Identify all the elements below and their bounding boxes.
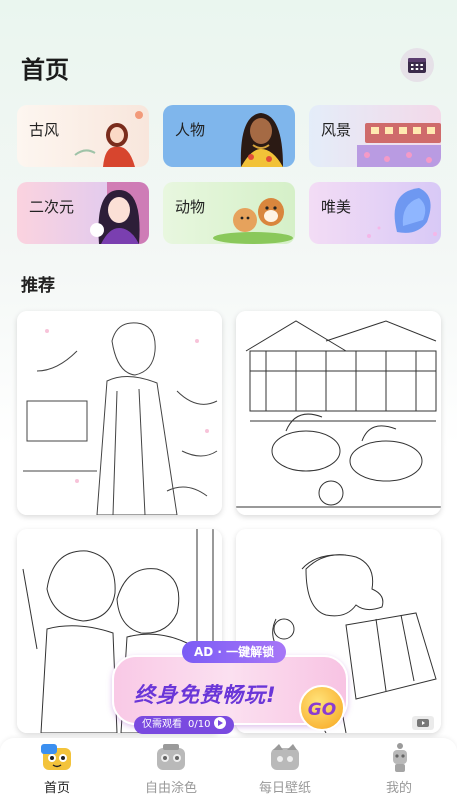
tab-daily-wallpaper[interactable]: 每日壁纸 bbox=[228, 738, 342, 812]
line-art-hanfu-girl bbox=[17, 311, 222, 515]
ancient-girl-illustration bbox=[74, 111, 143, 167]
promo-watch-count: 0/10 bbox=[188, 719, 211, 730]
page-title: 首页 bbox=[21, 56, 69, 84]
category-label: 人物 bbox=[175, 121, 206, 139]
promo-headline: 终身免费畅玩! bbox=[134, 683, 277, 707]
recommend-section-title: 推荐 bbox=[21, 276, 55, 296]
category-label: 风景 bbox=[321, 121, 352, 139]
play-icon bbox=[214, 717, 227, 729]
category-erciyuan[interactable]: 二次元 bbox=[17, 182, 149, 244]
promo-ad-tag: AD · 一键解锁 bbox=[182, 641, 287, 663]
coloring-card-dogs-house[interactable] bbox=[236, 311, 441, 515]
cat-dog-illustration bbox=[213, 198, 293, 244]
tab-mine[interactable]: 我的 bbox=[342, 738, 456, 812]
category-fengjing[interactable]: 风景 bbox=[309, 105, 441, 167]
calendar-button[interactable] bbox=[400, 48, 434, 82]
profile-robot-icon bbox=[393, 743, 407, 772]
line-art-dogs-house bbox=[236, 311, 441, 515]
unlock-promo-banner[interactable]: 终身免费畅玩! 仅需观看 0/10 GO AD · 一键解锁 bbox=[112, 641, 348, 734]
category-weimei[interactable]: 唯美 bbox=[309, 182, 441, 244]
daily-wallpaper-icon bbox=[271, 744, 299, 770]
category-label: 动物 bbox=[175, 198, 206, 216]
woman-portrait-illustration bbox=[240, 113, 283, 167]
tab-home[interactable]: 首页 bbox=[0, 738, 114, 812]
promo-watch-pill[interactable]: 仅需观看 0/10 bbox=[134, 716, 235, 734]
butterfly-illustration bbox=[367, 188, 437, 238]
category-renwu[interactable]: 人物 bbox=[163, 105, 295, 167]
tab-label: 我的 bbox=[385, 781, 412, 796]
promo-body[interactable]: 终身免费畅玩! 仅需观看 0/10 GO bbox=[112, 655, 348, 734]
tab-label: 每日壁纸 bbox=[258, 781, 311, 796]
home-icon bbox=[41, 744, 71, 770]
go-button[interactable]: GO bbox=[299, 685, 345, 731]
category-dongwu[interactable]: 动物 bbox=[163, 182, 295, 244]
category-label: 唯美 bbox=[321, 198, 352, 216]
train-landscape-illustration bbox=[357, 123, 441, 167]
free-coloring-icon bbox=[157, 744, 185, 770]
calendar-icon bbox=[408, 58, 426, 73]
top-bar: 首页 bbox=[0, 0, 457, 100]
tab-free-coloring[interactable]: 自由涂色 bbox=[114, 738, 228, 812]
category-label: 古风 bbox=[29, 121, 60, 139]
anime-girl-illustration bbox=[90, 182, 149, 244]
tab-label: 首页 bbox=[43, 781, 70, 796]
tab-label: 自由涂色 bbox=[144, 781, 197, 796]
bottom-tab-bar: 首页 自由涂色 每日壁纸 我的 bbox=[0, 738, 457, 812]
video-ad-icon bbox=[412, 716, 434, 730]
coloring-card-hanfu-girl[interactable] bbox=[17, 311, 222, 515]
category-gufeng[interactable]: 古风 bbox=[17, 105, 149, 167]
promo-watch-label: 仅需观看 bbox=[142, 719, 182, 730]
